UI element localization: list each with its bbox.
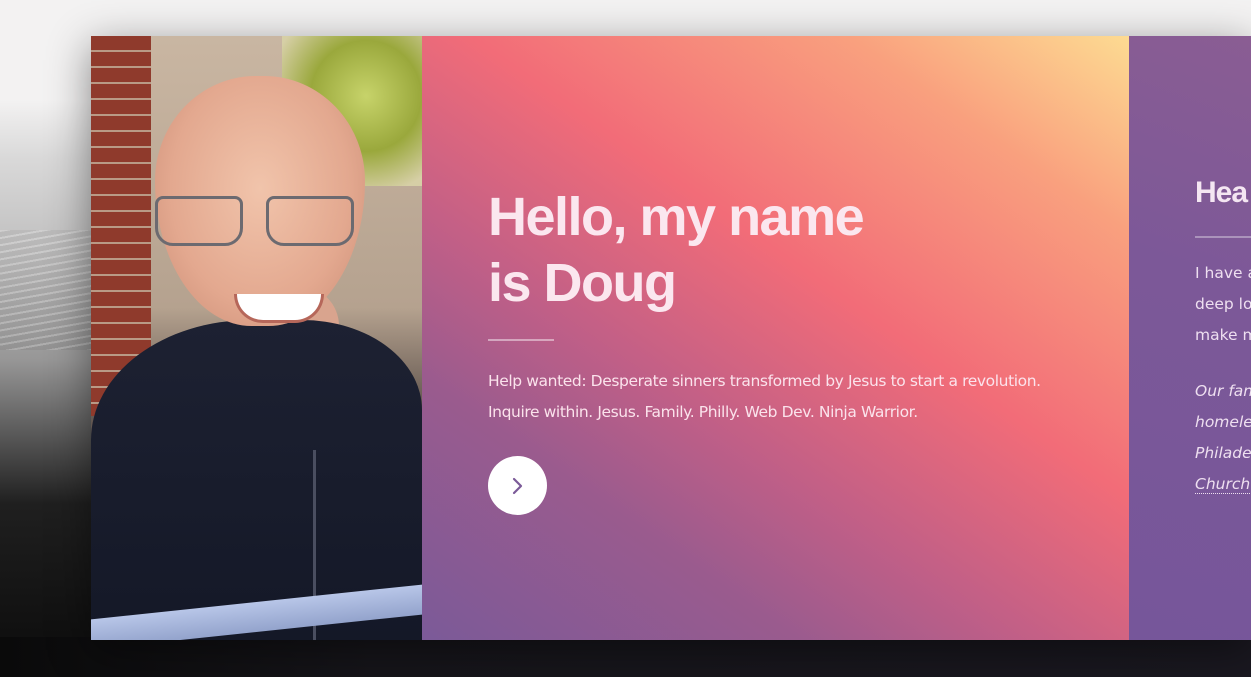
profile-photo [91,36,422,640]
intro-panel: Hello, my name is Doug Help wanted: Desp… [422,36,1129,640]
panel2-divider [1195,236,1251,238]
panel2-italic-line: Philade [1195,444,1251,462]
hero-title: Hello, my name is Doug [488,184,928,316]
panel2-text-line: deep lo [1195,295,1251,313]
title-divider [488,339,554,341]
hero-tagline: Help wanted: Desperate sinners transform… [488,366,1088,428]
glasses-left-lens [155,196,243,246]
tagline-line-2: Inquire within. Jesus. Family. Philly. W… [488,403,918,421]
panel2-text: I have a deep lo make m [1195,258,1251,351]
next-slide-button[interactable] [488,456,547,515]
panel2-text-line: I have a [1195,264,1251,282]
panel2-title: Hea [1195,176,1248,209]
panel2-italic-line: Our fam [1195,382,1251,400]
bottom-dark-bar [0,637,1251,677]
panel2-italic-text: Our fam homele Philade Church [1195,376,1251,500]
chevron-right-icon [512,477,522,494]
church-link[interactable]: Church [1195,475,1251,494]
glasses-right-lens [266,196,354,246]
next-panel-partial: Hea I have a deep lo make m Our fam home… [1129,36,1251,640]
hero-title-line-2: is Doug [488,253,677,313]
tagline-line-1: Help wanted: Desperate sinners transform… [488,372,1041,390]
panel2-text-line: make m [1195,326,1251,344]
hero-title-line-1: Hello, my name [488,187,865,247]
panel2-italic-line: homele [1195,413,1251,431]
profile-card: Hello, my name is Doug Help wanted: Desp… [91,36,1251,640]
